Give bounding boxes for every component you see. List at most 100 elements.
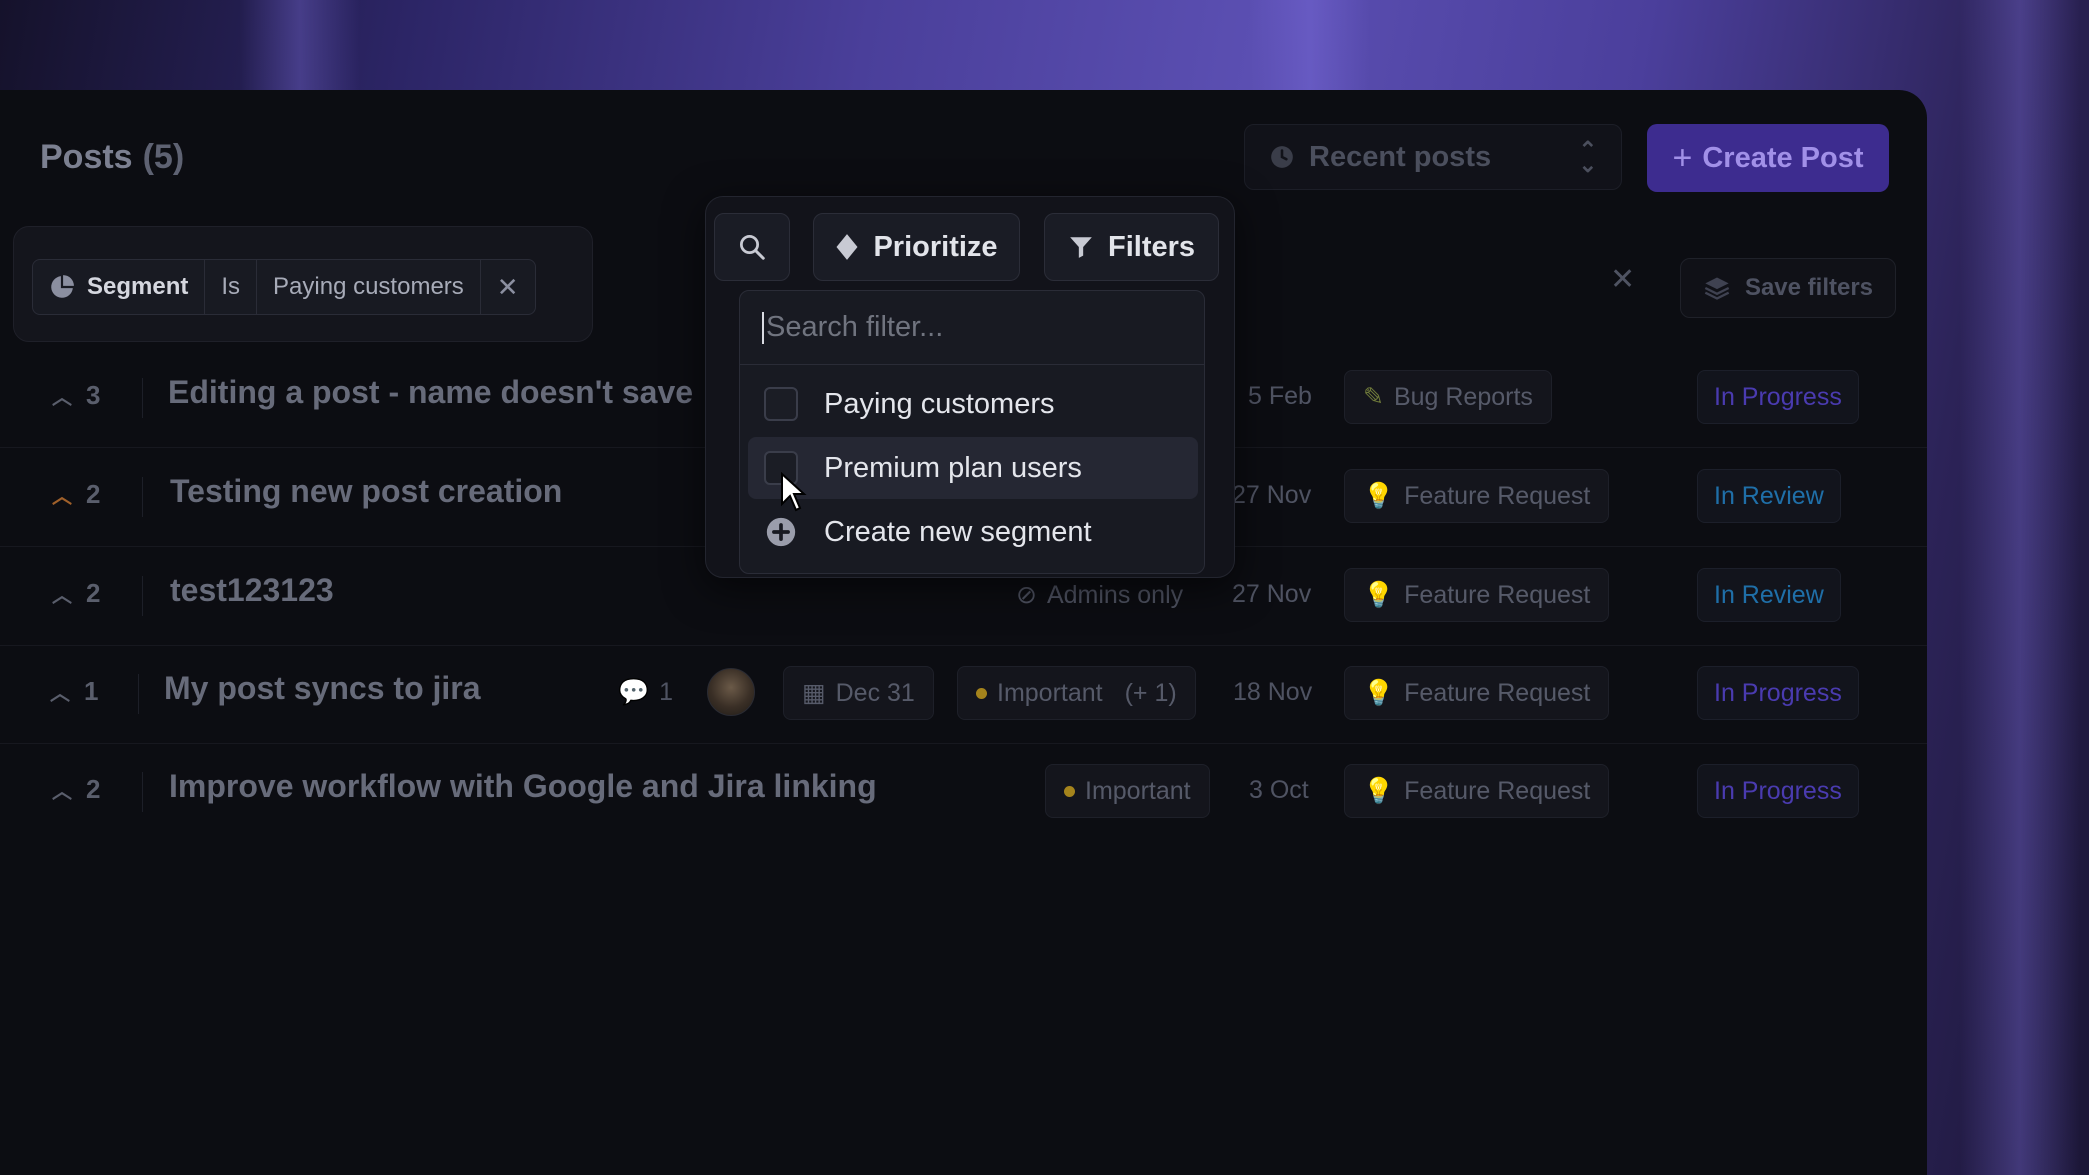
status-badge[interactable]: In Progress [1697, 666, 1859, 720]
plus-circle-icon [766, 517, 796, 547]
vote-button[interactable]: ︿ 2 [52, 578, 100, 609]
tag-label: Important [1085, 776, 1191, 805]
table-row[interactable]: ︿ 2 Improve workflow with Google and Jira… [0, 744, 1927, 842]
filter-chip-operator[interactable]: Is [205, 260, 258, 314]
vote-count: 2 [86, 479, 101, 509]
search-icon [740, 235, 765, 260]
comment-icon: 💬 [618, 678, 650, 706]
post-date: 5 Feb [1248, 382, 1312, 410]
chevron-up-icon: ︿ [52, 585, 72, 607]
clear-filters-button[interactable]: ✕ [1610, 262, 1635, 297]
posts-count: (5) [142, 138, 185, 176]
comment-count-value: 1 [659, 678, 674, 706]
category-badge[interactable]: 💡 Feature Request [1344, 764, 1610, 818]
filters-button[interactable]: Filters [1044, 213, 1219, 281]
chevron-up-down-icon: ⌃ ⌄ [1578, 136, 1597, 177]
create-post-label: Create Post [1702, 141, 1864, 174]
create-post-button[interactable]: + Create Post [1647, 124, 1889, 192]
category-badge[interactable]: 💡 Feature Request [1344, 568, 1610, 622]
vote-button[interactable]: ︿ 1 [50, 676, 98, 707]
post-title[interactable]: My post syncs to jira [164, 670, 481, 707]
category-badge[interactable]: 💡 Feature Request [1344, 469, 1610, 523]
post-title[interactable]: Editing a post - name doesn't save [168, 374, 693, 411]
filter-funnel-icon [1070, 237, 1092, 258]
chevron-up-icon: ︿ [52, 387, 72, 409]
filter-value-label: Paying customers [273, 273, 464, 300]
calendar-icon: ▦ [802, 679, 826, 707]
post-title[interactable]: Improve workflow with Google and Jira li… [169, 768, 877, 805]
segment-option-premium-plan-users[interactable]: Premium plan users [748, 437, 1198, 499]
filter-search-input[interactable]: Search filter... [740, 291, 1204, 365]
page-title-text: Posts [40, 138, 133, 176]
divider [138, 674, 139, 714]
sort-select[interactable]: Recent posts ⌃ ⌄ [1244, 124, 1622, 190]
search-button[interactable] [714, 213, 790, 281]
filter-chip-value[interactable]: Paying customers [257, 260, 481, 314]
save-filters-label: Save filters [1744, 274, 1874, 301]
chevron-up-icon: ︿ [50, 683, 70, 705]
category-label: Feature Request [1404, 481, 1591, 510]
tag-badge[interactable]: Important (+ 1) [957, 666, 1196, 720]
bug-icon: ✎ [1363, 383, 1384, 411]
tag-dot-icon [1064, 785, 1075, 797]
tag-badge[interactable]: Important [1045, 764, 1210, 818]
tag-dot-icon [976, 687, 987, 699]
create-new-segment-option[interactable]: Create new segment [748, 501, 1198, 563]
option-label: Premium plan users [824, 451, 1082, 484]
pie-chart-icon [51, 275, 74, 298]
lightbulb-icon: 💡 [1363, 481, 1395, 510]
filters-label: Filters [1107, 230, 1196, 263]
comment-count: 💬 1 [618, 678, 673, 707]
eye-off-icon: ⊘ [1016, 581, 1037, 609]
post-title[interactable]: test123123 [170, 572, 334, 609]
status-badge[interactable]: In Progress [1697, 370, 1859, 424]
remove-filter-button[interactable]: ✕ [481, 260, 535, 314]
category-badge[interactable]: ✎ Bug Reports [1344, 370, 1552, 424]
due-date-label: Dec 31 [835, 678, 915, 707]
divider [142, 576, 143, 616]
category-badge[interactable]: 💡 Feature Request [1344, 666, 1610, 720]
vote-button[interactable]: ︿ 3 [52, 380, 100, 411]
post-title[interactable]: Testing new post creation [170, 473, 562, 510]
option-checkbox[interactable] [764, 387, 798, 421]
category-label: Bug Reports [1393, 382, 1533, 411]
filter-operator-label: Is [221, 273, 241, 300]
vote-count: 2 [86, 774, 101, 804]
visibility-label: Admins only [1046, 580, 1184, 609]
layers-icon [1704, 277, 1730, 300]
table-row[interactable]: ︿ 1 My post syncs to jira 💬 1 ▦ Dec 31 Impo… [0, 646, 1927, 744]
category-label: Feature Request [1404, 580, 1591, 609]
diamond-icon [836, 234, 858, 260]
category-label: Feature Request [1404, 776, 1591, 805]
status-badge[interactable]: In Review [1697, 469, 1841, 523]
mouse-cursor-icon [781, 472, 807, 512]
vote-button[interactable]: ︿ 2 [52, 479, 100, 510]
chevron-up-icon: ︿ [52, 781, 72, 803]
filter-menu: Search filter... Paying customers Premiu… [739, 290, 1205, 574]
save-filters-button[interactable]: Save filters [1680, 258, 1896, 318]
avatar[interactable] [707, 668, 755, 716]
filter-dropdown: Prioritize Filters Search filter... Payi… [705, 196, 1235, 578]
prioritize-button[interactable]: Prioritize [813, 213, 1020, 281]
post-date: 27 Nov [1232, 481, 1312, 509]
divider [142, 772, 143, 812]
segment-option-paying-customers[interactable]: Paying customers [748, 373, 1198, 435]
filter-chip[interactable]: Segment Is Paying customers ✕ [32, 259, 536, 315]
option-label: Create new segment [824, 515, 1092, 548]
close-icon: ✕ [496, 271, 519, 302]
chevron-up-icon: ︿ [52, 486, 72, 508]
filter-chip-field[interactable]: Segment [33, 260, 206, 314]
status-badge[interactable]: In Progress [1697, 764, 1859, 818]
vote-button[interactable]: ︿ 2 [52, 774, 100, 805]
text-caret [762, 311, 764, 344]
plus-icon: + [1672, 138, 1693, 177]
page-title: Posts (5) [40, 138, 184, 177]
due-date-badge[interactable]: ▦ Dec 31 [783, 666, 934, 720]
category-label: Feature Request [1404, 678, 1591, 707]
background-streak [1960, 0, 2080, 1175]
post-date: 3 Oct [1249, 776, 1309, 804]
vote-count: 1 [84, 676, 99, 706]
status-badge[interactable]: In Review [1697, 568, 1841, 622]
vote-count: 3 [86, 380, 101, 410]
lightbulb-icon: 💡 [1363, 776, 1395, 805]
